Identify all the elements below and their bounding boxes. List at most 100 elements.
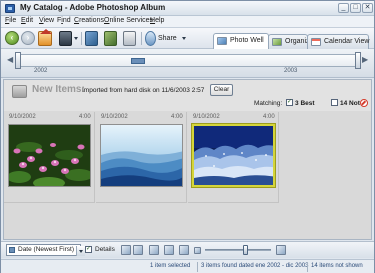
photo-cell[interactable]: 9/10/2002 4:00: [96, 112, 187, 203]
details-checkbox[interactable]: ✓: [85, 246, 92, 253]
print-icon[interactable]: [123, 31, 136, 46]
status-found: 3 items found dated ene 2002 - dic 2003: [201, 263, 309, 269]
tab-label: Calendar View: [324, 38, 370, 45]
best-text: Best: [300, 100, 315, 107]
zoom-slider-thumb[interactable]: [243, 245, 248, 255]
sort-order-value: Date (Newest First): [18, 246, 74, 253]
new-items-bar: New Items: Imported from hard disk on 11…: [4, 80, 371, 111]
timeline-track[interactable]: [15, 54, 359, 67]
timeline-photo-bar[interactable]: [131, 58, 145, 64]
photo-date: 9/10/2002: [9, 114, 36, 120]
menu-find-post: nd: [62, 17, 71, 24]
photo-time: 4:00: [171, 114, 183, 120]
window-title: My Catalog - Adobe Photoshop Album: [20, 3, 166, 12]
timeline: ◀ ▶ 2002 2003: [1, 49, 374, 78]
frosted-trees-image: [194, 126, 273, 185]
matching-label: Matching:: [254, 100, 283, 107]
photo-thumbnail[interactable]: [8, 124, 91, 187]
share-icon[interactable]: [145, 31, 156, 46]
menu-help-post: elp: [155, 17, 165, 24]
photo-date: 9/10/2002: [193, 114, 220, 120]
not-count: 14: [340, 100, 348, 107]
edit-image-icon[interactable]: [85, 31, 98, 46]
close-button[interactable]: ✕: [362, 3, 373, 13]
tab-calendar-view[interactable]: Calendar View: [307, 34, 369, 49]
not-text: Not: [349, 100, 360, 107]
bottom-toolbar: Date (Newest First) ✓ Details: [1, 241, 374, 258]
share-button[interactable]: Share: [158, 35, 177, 42]
status-divider: [197, 262, 198, 272]
thumbnail-grid: 9/10/2002 4:00 9/10/2002 4:00 9/10/2002 …: [4, 112, 371, 239]
timeline-end-label: 2003: [284, 68, 298, 74]
zoom-in-icon[interactable]: [276, 245, 286, 255]
photo-time: 4:00: [79, 114, 91, 120]
menu-bar: File Edit View Find Creations Online Ser…: [1, 16, 374, 27]
timeline-left-arrow-icon[interactable]: ◀: [7, 55, 13, 64]
status-not-shown: 14 items not shown: [311, 263, 363, 269]
organize-icon: [272, 38, 282, 46]
photo-well-icon: [217, 37, 227, 45]
photo-cell-selected[interactable]: 9/10/2002 4:00: [188, 112, 279, 203]
menu-online-services[interactable]: Online Services: [104, 17, 153, 24]
menu-file[interactable]: File: [5, 17, 16, 24]
calendar-icon: [311, 38, 321, 46]
sort-order-select[interactable]: Date (Newest First): [6, 244, 85, 256]
timeline-end-handle[interactable]: [355, 52, 361, 69]
no-entry-icon: [360, 99, 368, 107]
timeline-start-label: 2002: [34, 68, 48, 74]
photo-cell[interactable]: 9/10/2002 4:00: [4, 112, 95, 203]
menu-edit-post: dit: [25, 17, 34, 24]
menu-help[interactable]: Help: [150, 17, 164, 24]
tab-organize[interactable]: Organize: [268, 34, 313, 49]
photo-date: 9/10/2002: [101, 114, 128, 120]
maximize-button[interactable]: □: [350, 3, 361, 13]
blue-mountains-image: [101, 125, 182, 186]
status-selected: 1 item selected: [150, 263, 191, 269]
not-checkbox[interactable]: [331, 99, 338, 106]
toolbar-separator: [141, 32, 142, 45]
water-lilies-image: [9, 125, 90, 186]
share-dropdown-icon[interactable]: [182, 37, 186, 40]
forward-icon[interactable]: ›: [21, 31, 35, 45]
zoom-slider[interactable]: [205, 249, 271, 251]
single-photo-view-icon[interactable]: [149, 245, 159, 255]
clear-button[interactable]: Clear: [210, 84, 233, 96]
app-window: My Catalog - Adobe Photoshop Album _ □ ✕…: [0, 0, 375, 273]
main-toolbar: ‹ › Share Photo Well Organize Calendar V…: [1, 27, 374, 50]
app-icon: [5, 4, 15, 13]
best-count: 3: [295, 100, 299, 107]
menu-find[interactable]: Find: [57, 17, 71, 24]
tab-label: Photo Well: [230, 37, 264, 44]
menu-creations[interactable]: Creations: [74, 17, 104, 24]
camera-dropdown-icon[interactable]: [74, 37, 78, 40]
menu-online-post: nline Services: [109, 17, 154, 24]
photo-thumbnail[interactable]: [100, 124, 183, 187]
best-checkbox[interactable]: ✓: [286, 99, 293, 106]
menu-view-post: iew: [43, 17, 55, 24]
slideshow-icon[interactable]: [179, 245, 189, 255]
view-image-icon[interactable]: [104, 31, 117, 46]
zoom-out-icon[interactable]: [194, 247, 201, 254]
rotate-right-icon[interactable]: [133, 245, 143, 255]
new-items-title: New Items:: [32, 84, 85, 95]
timeline-start-handle[interactable]: [15, 52, 21, 69]
sort-icon: [9, 247, 15, 253]
tab-photo-well[interactable]: Photo Well: [213, 33, 269, 50]
menu-view[interactable]: View: [39, 17, 54, 24]
camera-import-icon[interactable]: [59, 31, 72, 46]
minimize-button[interactable]: _: [338, 3, 349, 13]
rotate-left-icon[interactable]: [121, 245, 131, 255]
menu-edit[interactable]: Edit: [21, 17, 33, 24]
home-icon[interactable]: [38, 29, 52, 46]
new-items-description: Imported from hard disk on 11/6/2003 2:5…: [82, 87, 205, 94]
timeline-right-arrow-icon[interactable]: ▶: [362, 55, 368, 64]
thumbnail-view-icon[interactable]: [164, 245, 174, 255]
chevron-down-icon[interactable]: [76, 246, 85, 256]
photo-thumbnail[interactable]: [192, 124, 275, 187]
back-icon[interactable]: ‹: [5, 31, 19, 45]
new-items-icon: [12, 85, 27, 98]
best-label: 3 Best: [295, 100, 315, 107]
photo-time: 4:00: [263, 114, 275, 120]
menu-file-post: ile: [9, 17, 17, 24]
title-bar: My Catalog - Adobe Photoshop Album _ □ ✕: [1, 1, 374, 16]
